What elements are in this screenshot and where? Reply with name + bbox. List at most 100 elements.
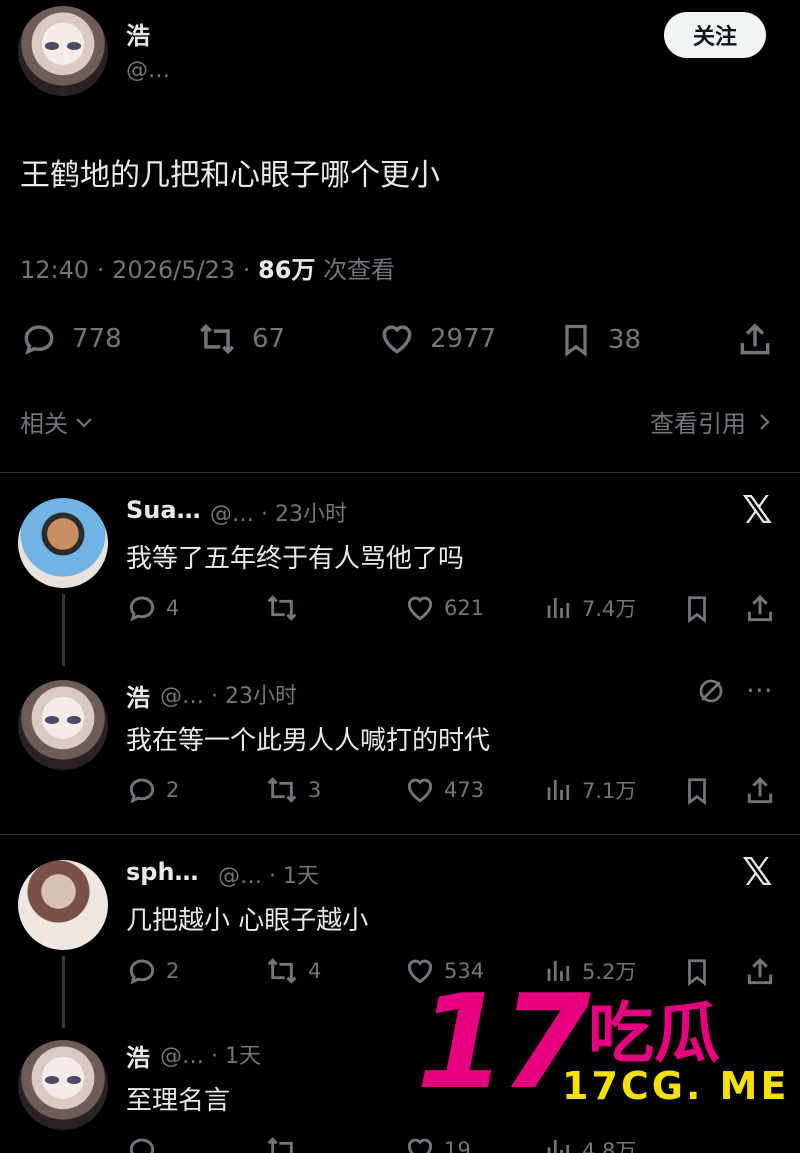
reply-icon [129, 778, 155, 804]
repost-button[interactable] [264, 592, 308, 624]
reply-avatar[interactable] [18, 498, 108, 588]
bookmark-button[interactable] [682, 774, 712, 808]
follow-button[interactable]: 关注 [664, 12, 766, 58]
repost-icon [267, 777, 297, 803]
views-count: 4.8万 [582, 1139, 637, 1153]
reply-avatar[interactable] [18, 680, 108, 770]
reply-count: 778 [72, 324, 122, 354]
repost-count: 4 [308, 959, 322, 983]
like-button[interactable]: 2977 [378, 320, 496, 358]
share-button[interactable] [744, 592, 776, 626]
reply-text: 几把越小 心眼子越小 [126, 906, 369, 936]
share-button[interactable] [744, 955, 776, 989]
bookmark-button[interactable] [682, 592, 712, 626]
chevron-right-icon [760, 413, 770, 430]
reply-button[interactable] [126, 1134, 166, 1153]
reply-count: 4 [166, 596, 180, 620]
post-views-label: 次查看 [323, 256, 396, 284]
like-button[interactable]: 19 [404, 1134, 471, 1153]
like-button[interactable]: 473 [404, 774, 484, 806]
reply-icon [24, 325, 54, 355]
bookmark-icon [565, 324, 587, 357]
chevron-down-icon [76, 417, 92, 428]
reply-count: 2 [166, 778, 180, 802]
repost-button[interactable]: 3 [264, 774, 321, 806]
repost-count: 3 [308, 778, 322, 802]
views-count: 7.4万 [582, 597, 637, 621]
reply-author-name[interactable]: sph… [126, 858, 199, 886]
reply-icon [129, 1138, 155, 1153]
share-icon [740, 323, 770, 355]
views-button[interactable]: 4.8万 [544, 1134, 636, 1153]
bookmark-button[interactable]: 38 [558, 320, 641, 360]
repost-button[interactable]: 67 [196, 320, 285, 358]
repost-icon [199, 323, 235, 355]
share-button[interactable] [744, 774, 776, 808]
see-quotes-link[interactable]: 查看引用 [650, 404, 776, 439]
repost-button[interactable] [264, 1134, 308, 1153]
like-icon [407, 596, 433, 621]
bookmark-icon [688, 778, 706, 805]
repost-button[interactable]: 4 [264, 955, 321, 987]
watermark-url: 17CG. ME [562, 1064, 790, 1108]
like-count: 2977 [430, 324, 497, 354]
repost-icon [267, 1137, 293, 1153]
reply-author-handle[interactable]: @… · 23小时 [210, 496, 347, 528]
divider [0, 834, 800, 835]
reply-button[interactable]: 778 [20, 320, 122, 358]
post-author-name[interactable]: 浩 [126, 16, 150, 51]
share-icon [747, 776, 773, 804]
reply-icon [129, 959, 155, 985]
share-icon [747, 957, 773, 985]
reply-avatar[interactable] [18, 860, 108, 950]
related-dropdown[interactable]: 相关 [20, 404, 96, 439]
like-count: 473 [444, 778, 485, 802]
views-icon [547, 780, 570, 800]
reply-author-handle[interactable]: @… · 1天 [218, 858, 319, 890]
reply-author-name[interactable]: 浩 [126, 678, 150, 713]
reply-button[interactable]: 4 [126, 592, 179, 624]
x-logo-icon: 𝕏 [742, 850, 773, 894]
views-button[interactable]: 7.1万 [544, 774, 636, 806]
share-button[interactable] [736, 320, 774, 360]
reply-count: 2 [166, 959, 180, 983]
reply-author-name[interactable]: Sua… [126, 496, 201, 524]
views-icon [547, 1140, 570, 1153]
reply-author-handle[interactable]: @… · 23小时 [160, 678, 297, 710]
x-logo-icon: 𝕏 [742, 488, 773, 532]
views-count: 7.1万 [582, 779, 637, 803]
reply-text: 至理名言 [126, 1086, 231, 1116]
bookmark-icon [688, 596, 706, 623]
like-count: 621 [444, 596, 485, 620]
thread-line [62, 594, 65, 666]
like-icon [407, 1138, 433, 1153]
post-text: 王鹤地的几把和心眼子哪个更小 [20, 158, 440, 193]
related-label: 相关 [20, 410, 68, 438]
bookmark-count: 38 [608, 325, 642, 355]
reply-text: 我等了五年终于有人骂他了吗 [126, 544, 465, 574]
reply-button[interactable]: 2 [126, 774, 179, 806]
reply-author-handle[interactable]: @… · 1天 [160, 1038, 261, 1070]
post-author-avatar[interactable] [18, 6, 108, 96]
divider [0, 472, 800, 473]
like-icon [382, 325, 412, 354]
reply-avatar[interactable] [18, 1040, 108, 1130]
reply-text: 我在等一个此男人人喊打的时代 [126, 726, 491, 756]
views-icon [547, 598, 570, 618]
post-author-handle[interactable]: @… [126, 58, 170, 83]
post-views-count: 86万 [258, 256, 316, 284]
like-icon [407, 778, 433, 803]
post-timestamp: 12:40 · 2026/5/23 · [20, 256, 251, 284]
reply-author-name[interactable]: 浩 [126, 1038, 150, 1073]
reply-button[interactable]: 2 [126, 955, 179, 987]
more-icon[interactable]: ··· [746, 674, 773, 707]
repost-count: 67 [252, 324, 286, 354]
repost-icon [267, 958, 297, 984]
like-count: 19 [444, 1138, 471, 1153]
watermark-number: 17 [416, 966, 591, 1118]
thread-line [62, 956, 65, 1028]
like-button[interactable]: 621 [404, 592, 484, 624]
mute-icon[interactable] [696, 676, 726, 710]
see-quotes-label: 查看引用 [650, 410, 746, 438]
views-button[interactable]: 7.4万 [544, 592, 636, 624]
